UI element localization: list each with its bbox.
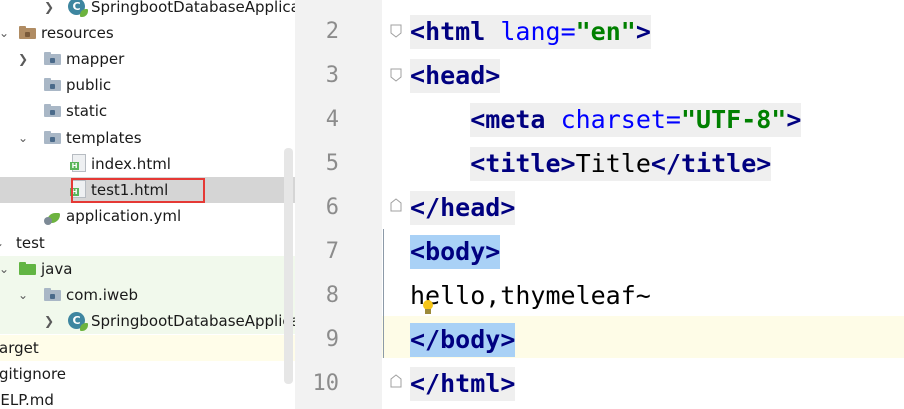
code-line-8[interactable]: hello,thymeleaf~ xyxy=(410,274,651,318)
code-line-4[interactable]: <meta charset="UTF-8"> xyxy=(410,98,802,142)
spring-class-icon: C xyxy=(68,312,88,331)
spring-class-icon: C xyxy=(68,0,88,17)
code-line-7[interactable]: <body> xyxy=(410,230,501,274)
tree-item-springboot-class-test[interactable]: ❯ C SpringbootDatabaseApplica xyxy=(0,308,295,334)
tree-item-label: java xyxy=(41,260,73,278)
tree-item-application-yml[interactable]: application.yml xyxy=(0,203,295,229)
line-number: 4 xyxy=(325,107,339,132)
line-number: 2 xyxy=(325,19,339,44)
tree-item-label: resources xyxy=(41,24,114,42)
line-number: 7 xyxy=(325,239,339,264)
tree-item-help-md[interactable]: IELP.md xyxy=(0,387,295,409)
code-line-10[interactable]: </html> xyxy=(410,362,516,406)
tree-item-mapper[interactable]: ❯ mapper xyxy=(0,46,295,72)
test-source-folder-icon xyxy=(19,262,36,275)
tag-head-close: </head> xyxy=(410,191,516,225)
chevron-right-icon[interactable]: ❯ xyxy=(17,50,29,68)
code-line-9[interactable]: </body> xyxy=(410,318,516,362)
tag-title: <title>Title</title> xyxy=(470,147,772,181)
code-editor[interactable]: 2 3 4 5 6 7 8 9 10 <html lang="en"> <hea… xyxy=(295,0,904,409)
tree-item-label: test xyxy=(16,234,45,252)
code-line-5[interactable]: <title>Title</title> xyxy=(410,142,772,186)
line-number: 8 xyxy=(325,283,339,308)
tree-item-springboot-class-top[interactable]: ❯ C SpringbootDatabaseApplica xyxy=(0,0,295,20)
line-number: 9 xyxy=(325,327,339,352)
tag-body-close-highlighted: </body> xyxy=(410,323,516,357)
tree-item-com-iweb[interactable]: ⌄ com.iweb xyxy=(0,282,295,308)
chevron-down-icon[interactable]: ⌄ xyxy=(17,129,29,147)
tag-meta: <meta charset="UTF-8"> xyxy=(470,103,802,137)
tag-html-close: </html> xyxy=(410,367,516,401)
tree-item-label: SpringbootDatabaseApplica xyxy=(91,312,295,330)
tree-item-test[interactable]: ⌄ test xyxy=(0,230,295,256)
code-line-3[interactable]: <head> xyxy=(410,54,501,98)
lightbulb-icon[interactable] xyxy=(422,300,434,316)
tree-item-label: gitignore xyxy=(0,365,67,383)
folder-icon xyxy=(44,104,61,117)
tag-head-open: <head> xyxy=(410,59,501,93)
line-number: 6 xyxy=(325,195,339,220)
code-line-6[interactable]: </head> xyxy=(410,186,516,230)
tree-item-label: mapper xyxy=(66,50,125,68)
tag-body-open-highlighted: <body> xyxy=(410,235,501,269)
folder-icon xyxy=(44,78,61,91)
folder-icon xyxy=(44,52,61,65)
tree-item-resources[interactable]: ⌄ resources xyxy=(0,20,295,46)
resources-folder-icon xyxy=(19,26,36,39)
tree-scrollbar[interactable] xyxy=(284,148,293,384)
body-scope-indicator xyxy=(383,229,384,358)
fold-end-marker-icon[interactable] xyxy=(390,374,402,388)
tree-item-label: application.yml xyxy=(66,207,182,225)
tree-item-label: static xyxy=(66,102,108,120)
line-number: 5 xyxy=(325,151,339,176)
chevron-right-icon[interactable]: ❯ xyxy=(43,0,55,16)
tree-item-public[interactable]: public xyxy=(0,72,295,98)
chevron-down-icon[interactable]: ⌄ xyxy=(0,234,5,252)
body-text: hello,thymeleaf~ xyxy=(410,281,651,310)
tree-item-label: index.html xyxy=(91,155,171,173)
project-tree: ❯ C SpringbootDatabaseApplica ⌄ resource… xyxy=(0,0,295,409)
fold-marker-icon[interactable] xyxy=(390,68,402,82)
line-number: 10 xyxy=(312,371,340,396)
tag-html-open: <html lang="en"> xyxy=(410,15,651,49)
code-line-2[interactable]: <html lang="en"> xyxy=(410,10,651,54)
tree-item-label: com.iweb xyxy=(66,286,138,304)
selection-annotation-box xyxy=(71,178,205,203)
tree-item-static[interactable]: static xyxy=(0,98,295,124)
tree-item-index-html[interactable]: H index.html xyxy=(0,151,295,177)
package-icon xyxy=(44,288,61,301)
tree-item-label: SpringbootDatabaseApplica xyxy=(91,0,295,16)
tree-item-label: arget xyxy=(0,339,39,357)
fold-marker-icon[interactable] xyxy=(390,24,402,38)
tree-item-gitignore[interactable]: gitignore xyxy=(0,361,295,387)
tree-item-label: templates xyxy=(66,129,142,147)
spring-yml-icon xyxy=(44,207,62,225)
tree-item-target[interactable]: arget xyxy=(0,335,295,361)
line-number: 3 xyxy=(325,63,339,88)
chevron-down-icon[interactable]: ⌄ xyxy=(17,286,29,304)
tree-item-templates[interactable]: ⌄ templates xyxy=(0,125,295,151)
html-file-icon: H xyxy=(70,154,86,172)
tree-item-java[interactable]: ⌄ java xyxy=(0,256,295,282)
tree-item-label: IELP.md xyxy=(0,391,54,409)
chevron-right-icon[interactable]: ❯ xyxy=(43,312,55,330)
chevron-down-icon[interactable]: ⌄ xyxy=(0,24,10,42)
fold-end-marker-icon[interactable] xyxy=(390,198,402,212)
tree-item-label: public xyxy=(66,76,112,94)
folder-icon xyxy=(44,131,61,144)
chevron-down-icon[interactable]: ⌄ xyxy=(0,260,10,278)
